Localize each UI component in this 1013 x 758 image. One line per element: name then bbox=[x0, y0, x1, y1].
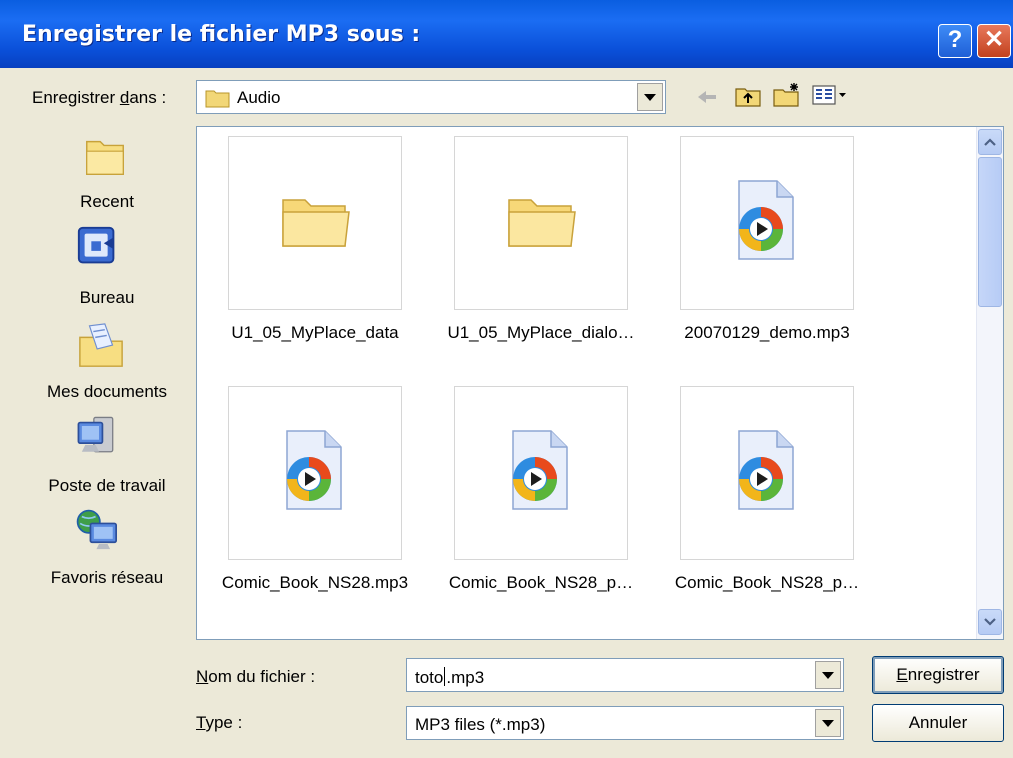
media-file-icon bbox=[738, 180, 794, 260]
my-documents-icon bbox=[79, 323, 123, 367]
file-tile[interactable] bbox=[680, 386, 854, 560]
window-title: Enregistrer le fichier MP3 sous : bbox=[22, 22, 421, 47]
media-file-icon bbox=[512, 430, 568, 510]
save-in-dropdown-arrow[interactable] bbox=[637, 83, 663, 111]
file-name: 20070129_demo.mp3 bbox=[684, 323, 850, 342]
folder-icon bbox=[205, 90, 230, 108]
file-tile[interactable] bbox=[228, 386, 402, 560]
my-computer-icon bbox=[77, 416, 114, 453]
file-name: Comic_Book_NS28.mp3 bbox=[221, 573, 409, 592]
media-file-icon bbox=[738, 430, 794, 510]
cancel-button[interactable]: Annuler bbox=[872, 704, 1004, 742]
file-name: U1_05_MyPlace_data bbox=[231, 323, 399, 342]
place-desktop-label: Bureau bbox=[79, 288, 135, 307]
place-recent-label: Recent bbox=[80, 192, 134, 211]
new-folder-icon[interactable] bbox=[772, 82, 802, 108]
recent-icon bbox=[86, 140, 124, 175]
desktop-icon bbox=[77, 226, 115, 264]
filetype-value: MP3 files (*.mp3) bbox=[415, 715, 546, 734]
filetype-label: Type : bbox=[196, 713, 243, 732]
filename-dropdown-arrow[interactable] bbox=[815, 661, 841, 689]
filename-value: toto .mp3 bbox=[415, 667, 485, 687]
back-arrow-icon[interactable] bbox=[696, 88, 720, 106]
folder-icon bbox=[282, 199, 350, 247]
view-menu-icon[interactable] bbox=[812, 84, 848, 106]
chevron-up-icon bbox=[984, 138, 996, 146]
file-list-view[interactable]: U1_05_MyPlace_data U1_05_MyPlace_dialo… … bbox=[196, 126, 1004, 640]
up-folder-icon[interactable] bbox=[734, 84, 762, 108]
chevron-down-icon bbox=[984, 618, 996, 626]
filename-label: Nom du fichier : bbox=[196, 667, 316, 686]
network-places-icon bbox=[76, 509, 117, 550]
scroll-down-button[interactable] bbox=[978, 609, 1002, 635]
filetype-dropdown-arrow[interactable] bbox=[815, 709, 841, 737]
save-in-label: Enregistrer dans : bbox=[32, 88, 167, 107]
close-button[interactable]: ✕ bbox=[977, 24, 1011, 58]
scroll-thumb[interactable] bbox=[978, 157, 1002, 307]
file-tile[interactable] bbox=[228, 136, 402, 310]
title-bar: Enregistrer le fichier MP3 sous : ? ✕ bbox=[0, 0, 1013, 68]
save-button[interactable]: Enregistrer bbox=[872, 656, 1004, 694]
file-tile[interactable] bbox=[454, 386, 628, 560]
filetype-select[interactable]: MP3 files (*.mp3) bbox=[406, 706, 844, 740]
current-folder-name: Audio bbox=[237, 88, 281, 107]
file-tile[interactable] bbox=[454, 136, 628, 310]
place-my-computer-label: Poste de travail bbox=[48, 476, 166, 495]
file-name: Comic_Book_NS28_p… bbox=[674, 573, 860, 592]
vertical-scrollbar[interactable] bbox=[976, 127, 1003, 639]
filename-input[interactable]: toto .mp3 bbox=[406, 658, 844, 692]
place-my-documents-label: Mes documents bbox=[47, 382, 167, 401]
file-name: Comic_Book_NS28_p… bbox=[448, 573, 634, 592]
place-network-label: Favoris réseau bbox=[50, 568, 164, 587]
scroll-up-button[interactable] bbox=[978, 129, 1002, 155]
file-tile[interactable] bbox=[680, 136, 854, 310]
media-file-icon bbox=[286, 430, 342, 510]
help-button[interactable]: ? bbox=[938, 24, 972, 58]
file-name: U1_05_MyPlace_dialo… bbox=[447, 323, 635, 342]
folder-icon bbox=[508, 199, 576, 247]
save-in-combo[interactable]: Audio bbox=[196, 80, 666, 114]
